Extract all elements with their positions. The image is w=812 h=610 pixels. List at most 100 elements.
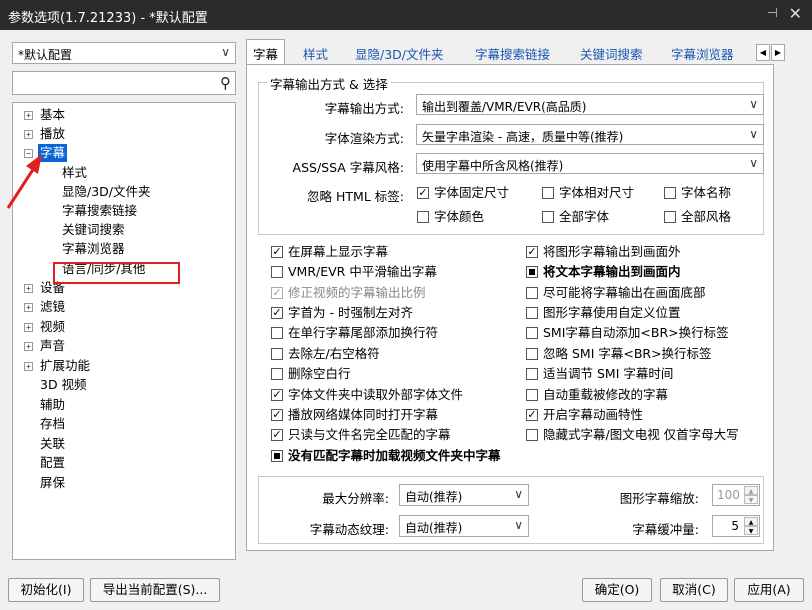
expand-icon[interactable]: + — [24, 284, 33, 293]
ass-select[interactable]: 使用字幕中所含风格(推荐) ∨ — [416, 153, 764, 174]
texture-select[interactable]: 自动(推荐) ∨ — [399, 515, 529, 537]
text-inside-checkbox[interactable]: 将文本字幕输出到画面内 — [526, 264, 681, 280]
settings-tree: + 基本 + 播放 − 字幕 样式 显隐/3D/文件夹 字幕搜索链接 关键词搜索… — [12, 102, 236, 560]
add-newline-checkbox[interactable]: 在单行字幕尾部添加换行符 — [271, 325, 438, 341]
pin-icon[interactable]: ⊣ — [767, 6, 778, 21]
tab-keyword[interactable]: 关键词搜索 — [574, 40, 649, 64]
html-all-styles-checkbox[interactable]: 全部风格 — [664, 209, 731, 225]
expand-icon[interactable]: + — [24, 303, 33, 312]
chevron-down-icon: ∨ — [749, 127, 758, 141]
subtitle-panel: 字幕输出方式 & 选择 字幕输出方式: 输出到覆盖/VMR/EVR(高品质) ∨… — [246, 64, 774, 551]
box-icon — [271, 368, 283, 380]
box-icon — [526, 327, 538, 339]
tree-item-association[interactable]: 关联 — [40, 435, 65, 453]
stepper-down-icon[interactable]: ▼ — [744, 495, 758, 504]
show-subtitle-checkbox[interactable]: ✓ 在屏幕上显示字幕 — [271, 244, 388, 260]
tree-item-subtitle[interactable]: 字幕 — [38, 144, 68, 162]
tree-item-extension[interactable]: 扩展功能 — [40, 357, 90, 375]
init-button[interactable]: 初始化(I) — [8, 578, 84, 602]
tree-item-style[interactable]: 样式 — [62, 164, 87, 182]
expand-icon[interactable]: + — [24, 362, 33, 371]
bottom-output-checkbox[interactable]: 尽可能将字幕输出在画面底部 — [526, 285, 706, 301]
stepper-up-icon[interactable]: ▲ — [744, 486, 758, 495]
max-resolution-select[interactable]: 自动(推荐) ∨ — [399, 484, 529, 506]
tab-scroll-left-icon[interactable]: ◀ — [756, 44, 770, 61]
tab-scroll-right-icon[interactable]: ▶ — [771, 44, 785, 61]
close-icon[interactable]: ✕ — [789, 4, 802, 23]
graphic-scale-stepper[interactable]: 100 ▲ ▼ — [712, 484, 760, 506]
tab-style[interactable]: 样式 — [297, 40, 334, 64]
graphic-outside-checkbox[interactable]: ✓ 将图形字幕输出到画面外 — [526, 244, 681, 260]
output-select[interactable]: 输出到覆盖/VMR/EVR(高品质) ∨ — [416, 94, 764, 115]
fix-ratio-checkbox[interactable]: ✓ 修正视频的字幕输出比例 — [271, 285, 426, 301]
tree-item-basic[interactable]: 基本 — [40, 106, 65, 124]
check-icon: ✓ — [526, 245, 538, 258]
expand-icon[interactable]: + — [24, 342, 33, 351]
vmr-smooth-checkbox[interactable]: VMR/EVR 中平滑输出字幕 — [271, 264, 437, 280]
tree-item-config[interactable]: 配置 — [40, 454, 65, 472]
smi-timing-checkbox[interactable]: 适当调节 SMI 字幕时间 — [526, 366, 673, 382]
tree-item-screensaver[interactable]: 屏保 — [40, 474, 65, 492]
html-all-fonts-checkbox[interactable]: 全部字体 — [542, 209, 609, 225]
closed-caption-checkbox[interactable]: 隐藏式字幕/图文电视 仅首字母大写 — [526, 427, 739, 443]
cancel-button[interactable]: 取消(C) — [660, 578, 728, 602]
custom-position-checkbox[interactable]: 图形字幕使用自定义位置 — [526, 305, 681, 321]
checkbox-label: 忽略 SMI 字幕<BR>换行标签 — [543, 346, 712, 361]
tree-item-video[interactable]: 视频 — [40, 318, 65, 336]
smi-ignore-br-checkbox[interactable]: 忽略 SMI 字幕<BR>换行标签 — [526, 346, 712, 362]
auto-reload-checkbox[interactable]: 自动重载被修改的字幕 — [526, 387, 668, 403]
network-media-subtitle-checkbox[interactable]: ✓ 播放网络媒体同时打开字幕 — [271, 407, 438, 423]
dash-left-align-checkbox[interactable]: ✓ 字首为 - 时强制左对齐 — [271, 305, 413, 321]
tree-item-3d-video[interactable]: 3D 视频 — [40, 376, 87, 394]
tree-item-audio[interactable]: 声音 — [40, 337, 65, 355]
profile-select[interactable]: *默认配置 ∨ — [12, 42, 236, 64]
animation-checkbox[interactable]: ✓ 开启字幕动画特性 — [526, 407, 643, 423]
box-icon — [542, 187, 554, 199]
tree-item-playback[interactable]: 播放 — [40, 125, 65, 143]
tree-item-display[interactable]: 显隐/3D/文件夹 — [62, 183, 151, 201]
html-fixed-size-checkbox[interactable]: ✓ 字体固定尺寸 — [417, 185, 509, 201]
ok-button[interactable]: 确定(O) — [582, 578, 652, 602]
texture-label: 字幕动态纹理: — [309, 522, 389, 537]
exact-match-checkbox[interactable]: ✓ 只读与文件名完全匹配的字幕 — [271, 427, 451, 443]
buffer-stepper[interactable]: 5 ▲ ▼ — [712, 515, 760, 537]
tab-browser[interactable]: 字幕浏览器 — [665, 40, 740, 64]
expand-icon[interactable]: + — [24, 111, 33, 120]
tree-item-filter[interactable]: 滤镜 — [40, 298, 65, 316]
search-icon[interactable]: ⚲ — [220, 74, 231, 92]
load-folder-subtitles-checkbox[interactable]: 没有匹配字幕时加载视频文件夹中字幕 — [271, 448, 501, 464]
indeterminate-icon — [529, 269, 535, 275]
render-select[interactable]: 矢量字串渲染 - 高速，质量中等(推荐) ∨ — [416, 124, 764, 145]
stepper-down-icon[interactable]: ▼ — [744, 526, 758, 535]
texture-value: 自动(推荐) — [405, 521, 463, 535]
tree-item-keyword[interactable]: 关键词搜索 — [62, 221, 125, 239]
tree-item-storage[interactable]: 存档 — [40, 415, 65, 433]
render-value: 矢量字串渲染 - 高速，质量中等(推荐) — [422, 130, 624, 144]
checkbox-label: 字首为 - 时强制左对齐 — [288, 305, 413, 320]
tab-subtitle[interactable]: 字幕 — [246, 39, 286, 65]
smi-add-br-checkbox[interactable]: SMI字幕自动添加<BR>换行标签 — [526, 325, 729, 341]
expand-icon[interactable]: + — [24, 130, 33, 139]
export-config-button[interactable]: 导出当前配置(S)... — [90, 578, 220, 602]
checkbox-label: 自动重载被修改的字幕 — [543, 387, 669, 402]
indeterminate-icon — [274, 453, 280, 459]
apply-button[interactable]: 应用(A) — [734, 578, 804, 602]
check-icon: ✓ — [271, 306, 283, 319]
html-font-name-checkbox[interactable]: 字体名称 — [664, 185, 731, 201]
check-icon: ✓ — [271, 388, 283, 401]
tab-search-link[interactable]: 字幕搜索链接 — [469, 40, 556, 64]
tree-item-browser[interactable]: 字幕浏览器 — [62, 240, 125, 258]
remove-blank-lines-checkbox[interactable]: 删除空白行 — [271, 366, 351, 382]
tree-item-assist[interactable]: 辅助 — [40, 396, 65, 414]
html-relative-size-checkbox[interactable]: 字体相对尺寸 — [542, 185, 634, 201]
stepper-up-icon[interactable]: ▲ — [744, 517, 758, 526]
render-settings-group: 最大分辨率: 自动(推荐) ∨ 字幕动态纹理: 自动(推荐) ∨ 图形字幕缩放:… — [258, 476, 764, 544]
tree-item-search-link[interactable]: 字幕搜索链接 — [62, 202, 137, 220]
tab-display[interactable]: 显隐/3D/文件夹 — [349, 40, 450, 64]
collapse-icon[interactable]: − — [24, 149, 33, 158]
html-font-color-checkbox[interactable]: 字体颜色 — [417, 209, 484, 225]
expand-icon[interactable]: + — [24, 323, 33, 332]
external-fonts-checkbox[interactable]: ✓ 字体文件夹中读取外部字体文件 — [271, 387, 463, 403]
search-input[interactable]: ⚲ — [12, 71, 236, 95]
trim-spaces-checkbox[interactable]: 去除左/右空格符 — [271, 346, 380, 362]
